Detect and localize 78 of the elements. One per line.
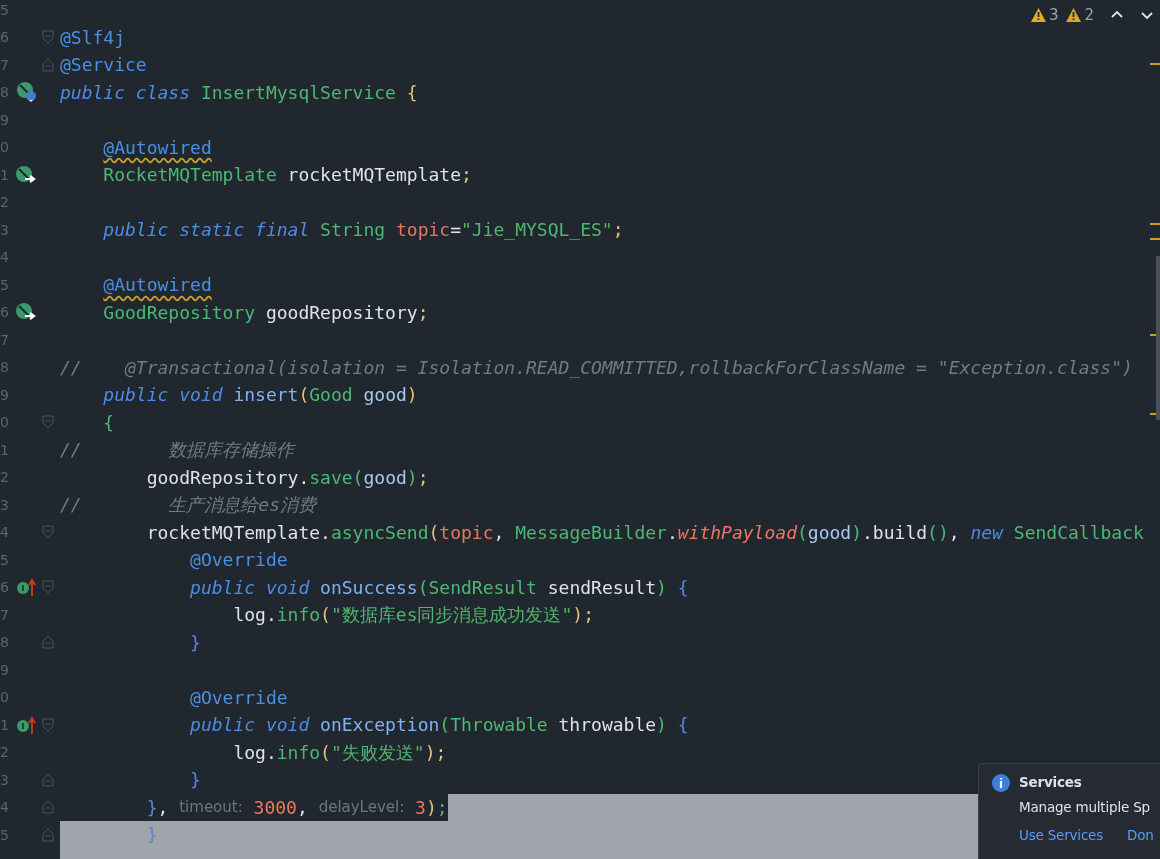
code-line: public void insert(Good good) — [102, 383, 418, 407]
warning-count[interactable]: 3 — [1030, 6, 1059, 24]
line-number: 6 — [0, 304, 10, 321]
line-number: 5 — [0, 1, 10, 18]
line-number: 3 — [0, 771, 10, 788]
line-number: 2 — [0, 194, 10, 211]
warning-icon — [1066, 8, 1082, 22]
fold-icon[interactable] — [42, 800, 54, 815]
line-number: 4 — [0, 799, 10, 816]
code-line: // @Transactional(isolation = Isolation.READ_COMMITTED,rollbackForClassName = "Exception.class") — [60, 355, 1133, 380]
fold-icon[interactable] — [42, 827, 54, 842]
notification-title: Services — [1019, 774, 1082, 790]
code-line: } — [189, 630, 201, 655]
code-line: @Override — [189, 685, 288, 710]
code-line: // 数据库存储操作 — [60, 438, 295, 462]
fold-icon[interactable] — [42, 30, 54, 45]
code-line: GoodRepository goodRepository; — [102, 300, 429, 325]
line-number: 6 — [0, 579, 10, 596]
notification-link[interactable]: Don — [1127, 827, 1154, 843]
code-line: @Autowired — [102, 135, 212, 160]
scrollbar-thumb[interactable] — [1156, 256, 1160, 420]
fold-icon[interactable] — [42, 772, 54, 787]
code-line: @Autowired — [102, 273, 212, 297]
line-number: 1 — [0, 166, 10, 183]
code-line: // 生产消息给es消费 — [60, 493, 317, 517]
line-number: 4 — [0, 249, 10, 266]
code-line: @Override — [189, 548, 288, 572]
line-number: 7 — [0, 56, 10, 73]
code-line: public void onSuccess(SendResult sendResult) { — [189, 575, 689, 600]
line-number: 1 — [0, 441, 10, 458]
line-number: 8 — [0, 84, 10, 101]
line-number: 3 — [0, 496, 10, 513]
line-number: 2 — [0, 469, 10, 486]
line-number: 5 — [0, 826, 10, 843]
code-line: rocketMQTemplate.asyncSend(topic, MessageBuilder.withPayload(good).build(), new SendCallback — [145, 520, 1144, 545]
code-line: } — [189, 768, 201, 792]
fold-icon[interactable] — [42, 525, 54, 540]
code-line: RocketMQTemplate rocketMQTemplate; — [102, 163, 472, 187]
notification-message: Manage multiple Sp — [1019, 799, 1150, 815]
fold-icon[interactable] — [42, 580, 54, 595]
line-number: 6 — [0, 29, 10, 46]
warning-count[interactable]: 2 — [1066, 6, 1094, 24]
line-number: 8 — [0, 359, 10, 376]
warning-icon — [1030, 8, 1046, 22]
line-number: 0 — [0, 139, 10, 156]
line-number: 3 — [0, 221, 10, 238]
line-number: 8 — [0, 634, 10, 651]
code-line: goodRepository.save(good); — [145, 465, 429, 490]
line-number: 4 — [0, 524, 10, 541]
override-icon[interactable] — [16, 714, 38, 735]
fold-icon[interactable] — [42, 57, 54, 72]
code-line: log.info("失败发送"); — [232, 740, 447, 765]
info-icon — [991, 773, 1011, 793]
line-number: 2 — [0, 744, 10, 761]
fold-icon[interactable] — [42, 717, 54, 732]
line-number: 9 — [0, 661, 10, 678]
code-line: public void onException(Throwable throwable) { — [189, 713, 689, 737]
fold-icon[interactable] — [42, 415, 54, 430]
code-line: log.info("数据库es同步消息成功发送"); — [232, 603, 594, 627]
notification-link[interactable]: Use Services — [1019, 827, 1104, 843]
line-number: 7 — [0, 331, 10, 348]
bean-icon[interactable] — [16, 81, 38, 104]
code-line: @Slf4j — [60, 25, 126, 50]
line-number: 1 — [0, 716, 10, 733]
fold-icon[interactable] — [42, 635, 54, 650]
code-line: }, timeout: 3000, delayLevel: 3); — [145, 795, 448, 820]
line-number: 9 — [0, 111, 10, 128]
line-number: 9 — [0, 386, 10, 403]
line-number: 7 — [0, 606, 10, 623]
override-icon[interactable] — [16, 577, 38, 598]
code-line: @Service — [60, 53, 147, 77]
code-line: { — [102, 410, 115, 435]
line-number: 5 — [0, 551, 10, 568]
line-number: 5 — [0, 276, 10, 293]
code-line: public class InsertMysqlService { — [60, 80, 418, 105]
line-number: 0 — [0, 689, 10, 706]
code-line: public static final String topic="Jie_MYSQL_ES"; — [102, 218, 624, 242]
line-number: 0 — [0, 414, 10, 431]
